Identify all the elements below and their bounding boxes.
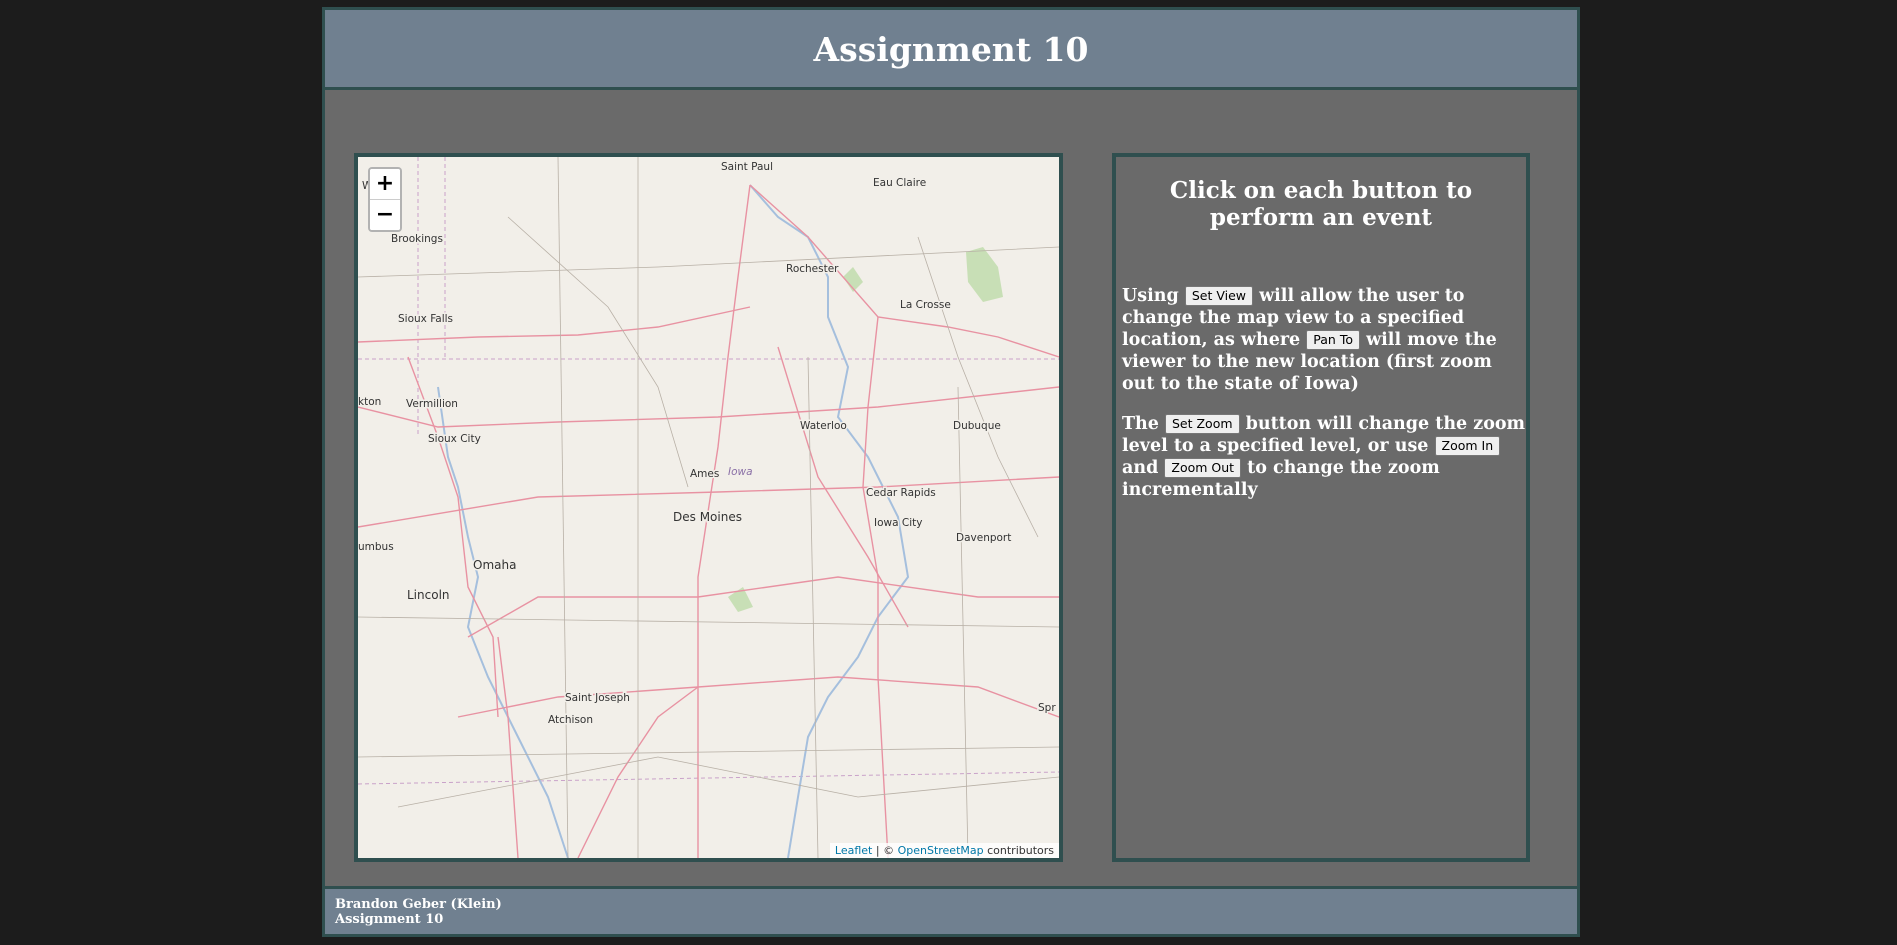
attribution-suffix: contributors	[983, 844, 1054, 857]
set-zoom-button[interactable]: Set Zoom	[1164, 414, 1240, 434]
map-tiles[interactable]: Saint Paul Eau Claire Brookings Rocheste…	[358, 157, 1059, 858]
footer-author: Brandon Geber (Klein)	[335, 897, 502, 912]
city-label: Saint Paul	[721, 161, 773, 173]
city-label: Eau Claire	[873, 177, 926, 189]
instructions-paragraph-1: Using Set View will allow the user to ch…	[1122, 285, 1526, 395]
page-container: Assignment 10 Saint Paul Eau Claire Broo…	[322, 7, 1580, 937]
city-label: Saint Joseph	[565, 692, 630, 704]
city-label: Sioux City	[428, 433, 481, 445]
zoom-in-button[interactable]: Zoom In	[1434, 436, 1501, 456]
instructions-paragraph-2: The Set Zoom button will change the zoom…	[1122, 413, 1526, 501]
city-label: kton	[358, 396, 381, 408]
text: and	[1122, 458, 1159, 478]
city-label: Iowa City	[874, 517, 922, 529]
city-label: Ames	[690, 468, 719, 480]
city-label: Sioux Falls	[398, 313, 453, 325]
city-label: Davenport	[956, 532, 1011, 544]
page-title: Assignment 10	[813, 30, 1089, 69]
region-label: Iowa	[728, 466, 753, 478]
instructions-panel: Click on each button to perform an event…	[1112, 153, 1530, 862]
city-label: Lincoln	[407, 588, 450, 602]
leaflet-link[interactable]: Leaflet	[835, 844, 872, 857]
zoom-control: + −	[368, 167, 402, 232]
city-label: umbus	[358, 541, 394, 553]
footer-title: Assignment 10	[335, 912, 444, 927]
city-label: Brookings	[391, 233, 443, 245]
attribution-separator: | ©	[872, 844, 898, 857]
map-attribution: Leaflet | © OpenStreetMap contributors	[829, 843, 1059, 858]
city-label: Waterloo	[800, 420, 847, 432]
set-view-button[interactable]: Set View	[1184, 286, 1253, 306]
city-label: Omaha	[473, 558, 516, 572]
city-label: Vermillion	[406, 398, 458, 410]
map[interactable]: Saint Paul Eau Claire Brookings Rocheste…	[354, 153, 1063, 862]
pan-to-button[interactable]: Pan To	[1306, 330, 1360, 350]
city-label: Des Moines	[673, 510, 742, 524]
zoom-in-icon[interactable]: +	[370, 169, 400, 200]
city-label: La Crosse	[900, 299, 951, 311]
city-label: Atchison	[548, 714, 593, 726]
panel-heading: Click on each button to perform an event	[1169, 177, 1473, 231]
city-label: Cedar Rapids	[866, 487, 936, 499]
page-footer: Brandon Geber (Klein) Assignment 10	[325, 886, 1577, 934]
text: Using	[1122, 286, 1179, 306]
page-header: Assignment 10	[325, 10, 1577, 90]
city-label: Rochester	[786, 263, 839, 275]
zoom-out-icon[interactable]: −	[370, 200, 400, 230]
city-label: Dubuque	[953, 420, 1001, 432]
city-label: Spr	[1038, 702, 1056, 714]
text: The	[1122, 414, 1159, 434]
openstreetmap-link[interactable]: OpenStreetMap	[898, 844, 984, 857]
zoom-out-button[interactable]: Zoom Out	[1164, 458, 1242, 478]
